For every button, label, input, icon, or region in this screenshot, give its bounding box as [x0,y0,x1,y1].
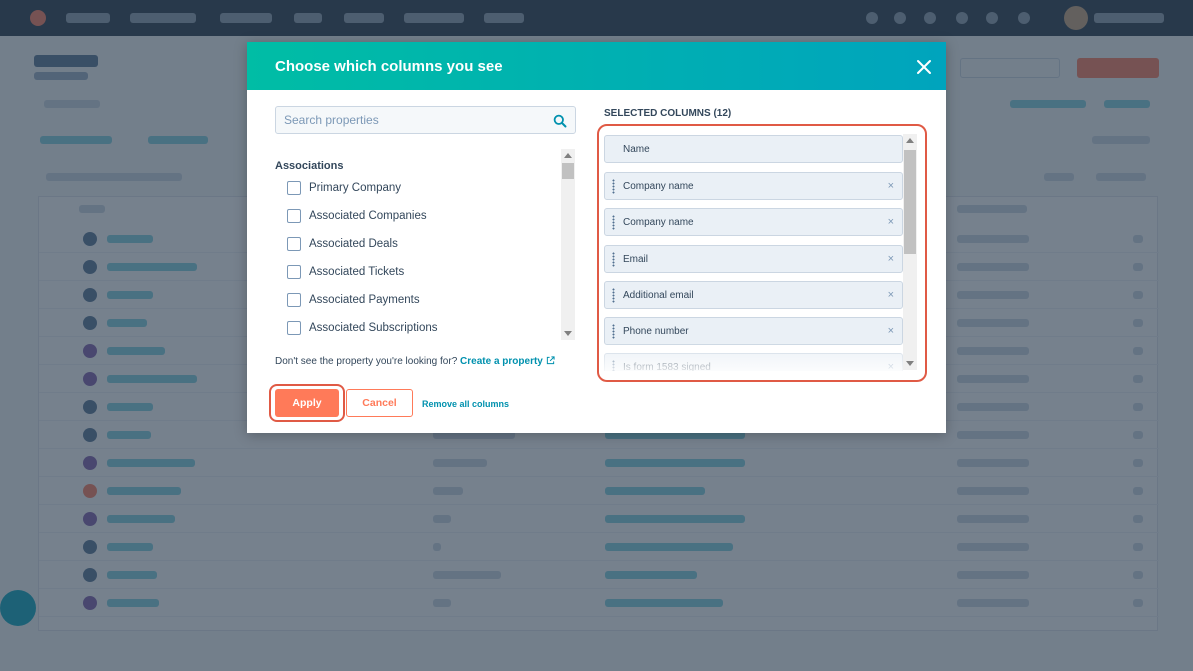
association-label: Associated Subscriptions [309,322,438,334]
selected-column-label: Phone number [623,326,689,337]
modal-title: Choose which columns you see [275,58,503,75]
search-input[interactable] [276,107,546,133]
selected-column-label: Additional email [623,290,694,301]
remove-column-icon[interactable]: × [888,360,894,371]
drag-handle-icon[interactable] [612,179,615,194]
selected-column-is-form-1583-signed[interactable]: Is form 1583 signed × [604,353,903,371]
association-option-associated-subscriptions[interactable]: Associated Subscriptions [287,320,437,336]
scroll-up-arrow-icon[interactable] [906,138,914,143]
drag-handle-icon[interactable] [612,324,615,339]
scroll-down-arrow-icon[interactable] [906,361,914,366]
remove-all-columns-link[interactable]: Remove all columns [422,399,509,409]
selected-columns-heading: SELECTED COLUMNS (12) [604,108,732,119]
drag-handle-icon[interactable] [612,215,615,230]
associations-heading: Associations [275,160,344,172]
modal-header: Choose which columns you see [247,42,946,90]
selected-column-label: Is form 1583 signed [623,362,711,371]
selected-column-additional-email[interactable]: Additional email × [604,281,903,309]
association-label: Primary Company [309,182,402,194]
close-icon[interactable] [913,56,935,78]
checkbox[interactable] [287,293,301,307]
association-option-primary-company[interactable]: Primary Company [287,180,401,196]
association-option-associated-tickets[interactable]: Associated Tickets [287,264,404,280]
selected-column-label: Company name [623,217,694,228]
association-option-associated-payments[interactable]: Associated Payments [287,292,420,308]
selected-columns-list: Name Company name × Company name × Email… [604,134,903,371]
association-label: Associated Companies [309,210,427,222]
checkbox[interactable] [287,237,301,251]
association-option-associated-companies[interactable]: Associated Companies [287,208,427,224]
choose-columns-modal: Choose which columns you see Association… [247,42,946,433]
selected-column-label: Email [623,254,649,265]
search-field [275,106,576,134]
remove-column-icon[interactable]: × [888,215,894,229]
selected-column-label: Name [623,144,650,155]
selected-column-company-name[interactable]: Company name × [604,208,903,236]
checkbox[interactable] [287,321,301,335]
checkbox[interactable] [287,181,301,195]
create-property-link[interactable]: Create a property [460,356,555,367]
association-label: Associated Payments [309,294,420,306]
selected-column-name: Name [604,135,903,163]
missing-property-text: Don't see the property you're looking fo… [275,356,458,367]
external-link-icon [546,356,555,365]
selected-columns-scrollbar[interactable] [903,134,917,370]
properties-scrollbar[interactable] [561,149,575,340]
apply-button[interactable]: Apply [275,389,339,417]
scrollbar-thumb[interactable] [562,163,574,179]
missing-property-hint: Don't see the property you're looking fo… [275,356,555,367]
scroll-down-arrow-icon[interactable] [564,331,572,336]
remove-column-icon[interactable]: × [888,252,894,266]
selected-column-email[interactable]: Email × [604,245,903,273]
association-label: Associated Tickets [309,266,405,278]
search-icon[interactable] [553,114,567,128]
create-property-label: Create a property [460,356,543,367]
remove-column-icon[interactable]: × [888,179,894,193]
selected-column-label: Company name [623,181,694,192]
scroll-up-arrow-icon[interactable] [564,153,572,158]
drag-handle-icon[interactable] [612,252,615,267]
remove-column-icon[interactable]: × [888,324,894,338]
drag-handle-icon[interactable] [612,360,615,371]
scrollbar-thumb[interactable] [904,150,916,254]
remove-column-icon[interactable]: × [888,288,894,302]
checkbox[interactable] [287,209,301,223]
association-label: Associated Deals [309,238,398,250]
checkbox[interactable] [287,265,301,279]
drag-handle-icon[interactable] [612,288,615,303]
cancel-button[interactable]: Cancel [346,389,413,417]
selected-column-phone-number[interactable]: Phone number × [604,317,903,345]
associations-list: Primary Company Associated Companies Ass… [275,176,561,341]
association-option-associated-deals[interactable]: Associated Deals [287,236,398,252]
selected-column-company-name[interactable]: Company name × [604,172,903,200]
